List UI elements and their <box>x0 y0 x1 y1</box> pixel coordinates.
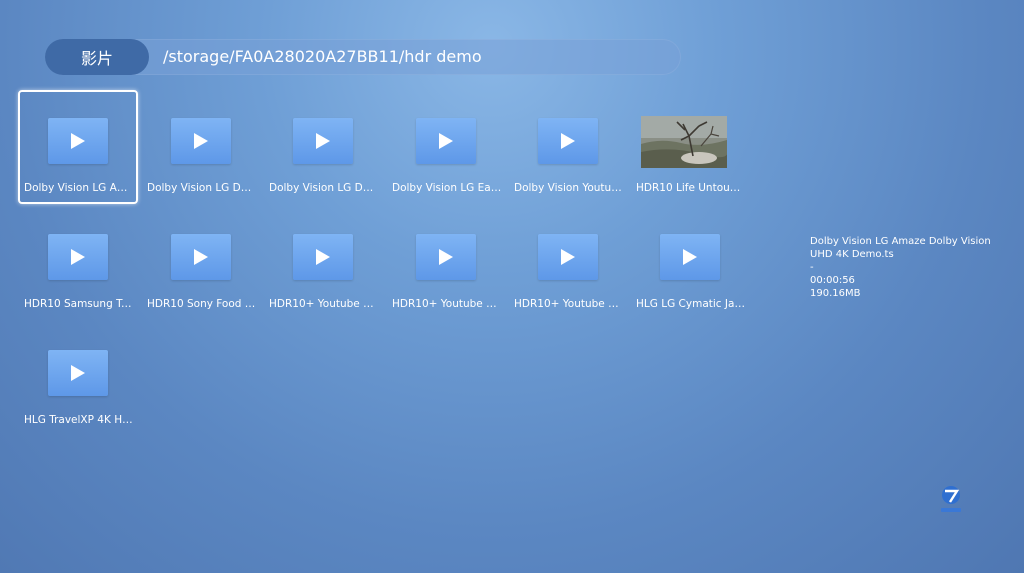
video-file-icon <box>538 234 598 280</box>
landscape-thumbnail-icon <box>641 116 728 168</box>
file-name: HDR10+ Youtube BES.. <box>392 298 502 310</box>
play-icon <box>71 249 85 265</box>
file-name: HLG TravelXP 4K HD.. <box>24 414 134 426</box>
file-name: Dolby Vision Youtube.. <box>514 182 624 194</box>
file-tile-4[interactable]: Dolby Vision LG Earth.. <box>386 90 506 204</box>
file-name: HDR10+ Youtube 202.. <box>269 298 379 310</box>
play-icon <box>71 133 85 149</box>
file-name: HLG LG Cymatic Jazz.. <box>636 298 746 310</box>
play-icon <box>683 249 697 265</box>
path-bar: 影片 /storage/FA0A28020A27BB11/hdr demo <box>45 39 681 75</box>
video-file-icon <box>416 118 476 164</box>
file-tile-5[interactable]: Dolby Vision Youtube.. <box>508 90 628 204</box>
video-file-icon <box>48 234 108 280</box>
play-icon <box>194 249 208 265</box>
file-tile-7[interactable]: HDR10 Samsung Trav.. <box>18 206 138 320</box>
play-icon <box>71 365 85 381</box>
play-icon <box>439 133 453 149</box>
file-name: Dolby Vision LG Amaz.. <box>24 182 134 194</box>
video-file-icon <box>171 234 231 280</box>
video-file-icon <box>48 118 108 164</box>
file-name: HDR10 Life Untouche.. <box>636 182 746 194</box>
play-icon <box>439 249 453 265</box>
file-details-panel: Dolby Vision LG Amaze Dolby Vision UHD 4… <box>810 235 1000 300</box>
details-separator: - <box>810 262 814 273</box>
play-icon <box>316 133 330 149</box>
file-name: HDR10 Samsung Trav.. <box>24 298 134 310</box>
details-duration: 00:00:56 <box>810 275 855 286</box>
file-name: HDR10 Sony Food Fiz.. <box>147 298 257 310</box>
play-icon <box>316 249 330 265</box>
file-tile-8[interactable]: HDR10 Sony Food Fiz.. <box>141 206 261 320</box>
file-tile-3[interactable]: Dolby Vision LG Dolby.. <box>263 90 383 204</box>
video-file-icon <box>293 234 353 280</box>
file-tile-11[interactable]: HDR10+ Youtube Prof.. <box>508 206 628 320</box>
category-tab-videos[interactable]: 影片 <box>45 39 149 75</box>
video-file-icon <box>48 350 108 396</box>
current-path: /storage/FA0A28020A27BB11/hdr demo <box>163 47 482 66</box>
file-tile-2[interactable]: Dolby Vision LG Dolby.. <box>141 90 261 204</box>
file-name: Dolby Vision LG Dolby.. <box>147 182 257 194</box>
details-filename: Dolby Vision LG Amaze Dolby Vision UHD 4… <box>810 236 991 260</box>
play-icon <box>194 133 208 149</box>
video-file-icon <box>416 234 476 280</box>
file-name: HDR10+ Youtube Prof.. <box>514 298 624 310</box>
video-file-icon <box>293 118 353 164</box>
video-file-icon <box>538 118 598 164</box>
play-icon <box>561 249 575 265</box>
file-tile-12[interactable]: HLG LG Cymatic Jazz.. <box>630 206 750 320</box>
file-name: Dolby Vision LG Dolby.. <box>269 182 379 194</box>
video-thumbnail <box>641 116 728 168</box>
file-tile-9[interactable]: HDR10+ Youtube 202.. <box>263 206 383 320</box>
file-tile-13[interactable]: HLG TravelXP 4K HD.. <box>18 322 138 436</box>
video-file-icon <box>660 234 720 280</box>
file-name: Dolby Vision LG Earth.. <box>392 182 502 194</box>
video-file-icon <box>171 118 231 164</box>
file-tile-6[interactable]: HDR10 Life Untouche.. <box>630 90 750 204</box>
play-icon <box>561 133 575 149</box>
file-tile-10[interactable]: HDR10+ Youtube BES.. <box>386 206 506 320</box>
details-size: 190.16MB <box>810 288 861 299</box>
brand-logo-icon <box>938 485 964 515</box>
file-tile-1[interactable]: Dolby Vision LG Amaz.. <box>18 90 138 204</box>
